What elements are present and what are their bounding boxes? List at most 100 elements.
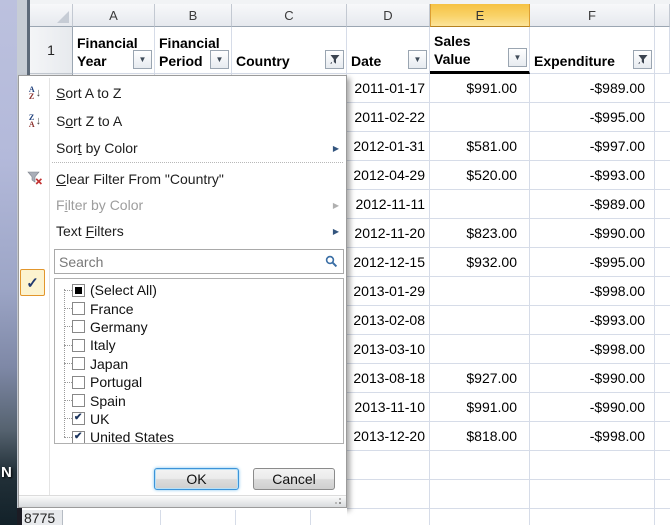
checkbox[interactable]: [72, 357, 85, 370]
cell-sales-value[interactable]: $823.00: [430, 219, 530, 248]
checkbox[interactable]: [72, 376, 85, 389]
menu-item-sort-by-color[interactable]: Sort by Color ▶: [19, 135, 346, 161]
cell-date[interactable]: 2013-08-18: [347, 364, 430, 393]
header-cell-financial-year[interactable]: Financial Year ▼: [73, 27, 155, 74]
cell-date[interactable]: 2012-12-15: [347, 248, 430, 277]
column-header-e-selected[interactable]: E: [430, 4, 530, 27]
cell-date[interactable]: [347, 480, 430, 509]
cell-sales-value[interactable]: $581.00: [430, 132, 530, 161]
row-header-1[interactable]: 1: [30, 27, 73, 74]
header-cell-date[interactable]: Date ▼: [347, 27, 430, 74]
cell-sales-value[interactable]: [430, 103, 530, 132]
cell-sliver[interactable]: [655, 422, 670, 451]
cell-expenditure[interactable]: [530, 451, 655, 480]
cell-sliver[interactable]: [655, 451, 670, 480]
checkbox[interactable]: [72, 284, 85, 297]
cell-sales-value[interactable]: $520.00: [430, 161, 530, 190]
search-icon[interactable]: [325, 255, 338, 268]
header-cell-g-sliver[interactable]: [655, 27, 670, 74]
cell-sliver[interactable]: [655, 219, 670, 248]
search-input[interactable]: [55, 252, 325, 272]
cell-date[interactable]: 2011-01-17: [347, 74, 430, 103]
filter-dropdown-financial-year[interactable]: ▼: [133, 50, 152, 69]
cell-sliver[interactable]: [655, 335, 670, 364]
cell-sliver[interactable]: [655, 132, 670, 161]
cell-sales-value[interactable]: [430, 480, 530, 509]
cell-expenditure[interactable]: -$989.00: [530, 190, 655, 219]
cell-sales-value[interactable]: [430, 190, 530, 219]
filter-value-row[interactable]: UK: [55, 410, 343, 428]
cell-expenditure[interactable]: -$993.00: [530, 161, 655, 190]
menu-item-sort-z-to-a[interactable]: ZA↓ Sort Z to A: [19, 107, 346, 135]
checkbox[interactable]: [72, 339, 85, 352]
cell-sliver[interactable]: [655, 480, 670, 509]
cell-sliver[interactable]: [655, 103, 670, 132]
cell-sales-value[interactable]: [430, 335, 530, 364]
filter-dropdown-financial-period[interactable]: ▼: [210, 50, 229, 69]
cell-expenditure[interactable]: [530, 480, 655, 509]
menu-item-sort-a-to-z[interactable]: AZ↓ Sort A to Z: [19, 79, 346, 107]
cell-expenditure[interactable]: -$997.00: [530, 132, 655, 161]
cell-sliver[interactable]: [655, 74, 670, 103]
filter-value-row[interactable]: (Select All): [55, 281, 343, 299]
cell-date[interactable]: 2013-03-10: [347, 335, 430, 364]
cell-sliver[interactable]: [655, 277, 670, 306]
cell-sliver[interactable]: [655, 161, 670, 190]
background-row-header[interactable]: 8775: [22, 510, 63, 525]
cell-expenditure[interactable]: -$993.00: [530, 306, 655, 335]
checkbox[interactable]: [72, 394, 85, 407]
column-header-c[interactable]: C: [232, 4, 347, 27]
cell-expenditure[interactable]: -$998.00: [530, 422, 655, 451]
multi-select-checkmark-button[interactable]: ✓: [20, 269, 45, 296]
cell-expenditure[interactable]: -$998.00: [530, 335, 655, 364]
column-header-a[interactable]: A: [73, 4, 155, 27]
cell-date[interactable]: [347, 451, 430, 480]
cell-expenditure[interactable]: [530, 509, 655, 525]
cell-sales-value[interactable]: [430, 277, 530, 306]
ok-button[interactable]: OK: [154, 468, 239, 490]
filter-dropdown-date[interactable]: ▼: [408, 50, 427, 69]
cell-date[interactable]: 2012-11-20: [347, 219, 430, 248]
cancel-button[interactable]: Cancel: [253, 468, 335, 490]
cell-sliver[interactable]: [655, 364, 670, 393]
cell-date[interactable]: 2012-04-29: [347, 161, 430, 190]
cell-sales-value[interactable]: $927.00: [430, 364, 530, 393]
cell-expenditure[interactable]: -$995.00: [530, 103, 655, 132]
cell-sales-value[interactable]: $818.00: [430, 422, 530, 451]
filter-value-row[interactable]: France: [55, 299, 343, 317]
filter-value-row[interactable]: United States: [55, 428, 343, 444]
header-cell-country[interactable]: Country: [232, 27, 347, 74]
cell-sliver[interactable]: [655, 248, 670, 277]
cell-date[interactable]: 2013-02-08: [347, 306, 430, 335]
filter-funnel-expenditure[interactable]: [633, 50, 652, 69]
checkbox[interactable]: [72, 320, 85, 333]
cell-expenditure[interactable]: -$998.00: [530, 277, 655, 306]
column-header-f[interactable]: F: [530, 4, 655, 27]
cell-sales-value[interactable]: $932.00: [430, 248, 530, 277]
filter-value-row[interactable]: Spain: [55, 391, 343, 409]
filter-value-row[interactable]: Italy: [55, 336, 343, 354]
cell-sales-value[interactable]: $991.00: [430, 393, 530, 422]
column-header-b[interactable]: B: [155, 4, 232, 27]
cell-sales-value[interactable]: [430, 509, 530, 525]
filter-value-row[interactable]: Japan: [55, 355, 343, 373]
cell-date[interactable]: 2013-11-10: [347, 393, 430, 422]
select-all-corner[interactable]: [30, 4, 73, 27]
cell-sales-value[interactable]: [430, 451, 530, 480]
filter-funnel-country[interactable]: [325, 50, 344, 69]
cell-expenditure[interactable]: -$995.00: [530, 248, 655, 277]
cell-date[interactable]: 2013-12-20: [347, 422, 430, 451]
cell-sliver[interactable]: [655, 393, 670, 422]
cell-date[interactable]: 2012-11-11: [347, 190, 430, 219]
cell-sliver[interactable]: [655, 306, 670, 335]
checkbox[interactable]: [72, 412, 85, 425]
menu-item-clear-filter[interactable]: Clear Filter From "Country": [19, 165, 346, 192]
cell-date[interactable]: [347, 509, 430, 525]
cell-date[interactable]: 2011-02-22: [347, 103, 430, 132]
filter-value-row[interactable]: Germany: [55, 318, 343, 336]
cell-sliver[interactable]: [655, 509, 670, 525]
cell-expenditure[interactable]: -$990.00: [530, 364, 655, 393]
header-cell-sales-value-active[interactable]: Sales Value ▼: [430, 27, 530, 74]
cell-expenditure[interactable]: -$989.00: [530, 74, 655, 103]
resize-grip-handle[interactable]: [339, 502, 341, 504]
